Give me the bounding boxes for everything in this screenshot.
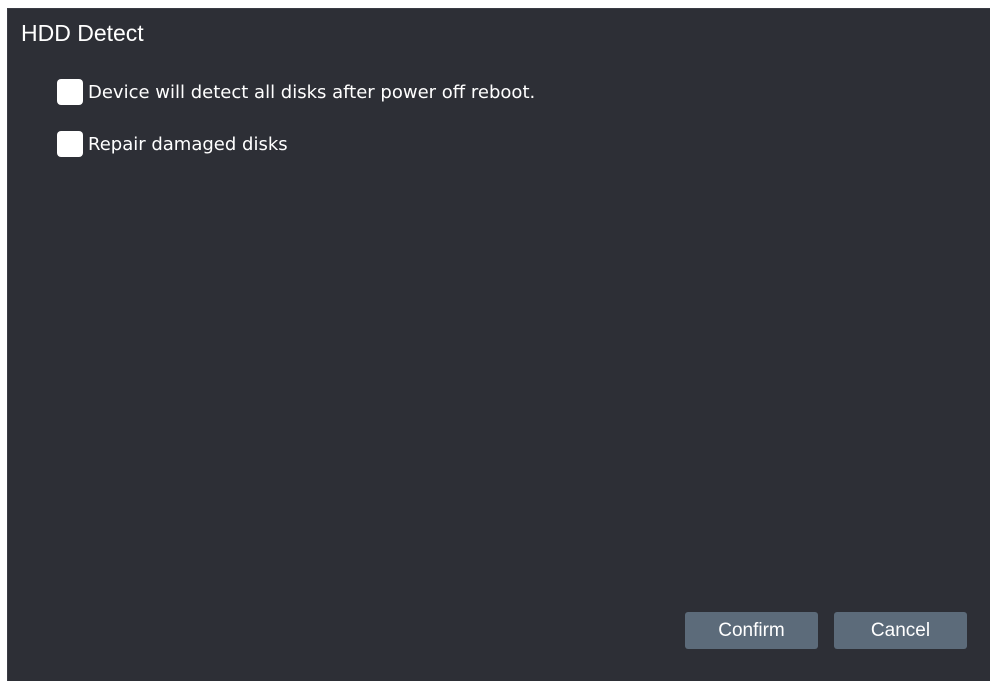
hdd-detect-dialog: HDD Detect Device will detect all disks …	[7, 8, 990, 681]
confirm-button[interactable]: Confirm	[685, 612, 818, 649]
option-repair-damaged-disks[interactable]: Repair damaged disks	[57, 131, 288, 157]
detect-after-reboot-label: Device will detect all disks after power…	[88, 81, 536, 103]
dialog-title: HDD Detect	[21, 20, 144, 46]
detect-after-reboot-checkbox[interactable]	[57, 79, 83, 105]
repair-damaged-disks-checkbox[interactable]	[57, 131, 83, 157]
repair-damaged-disks-label: Repair damaged disks	[88, 133, 288, 155]
cancel-button[interactable]: Cancel	[834, 612, 967, 649]
option-detect-after-reboot[interactable]: Device will detect all disks after power…	[57, 79, 535, 105]
